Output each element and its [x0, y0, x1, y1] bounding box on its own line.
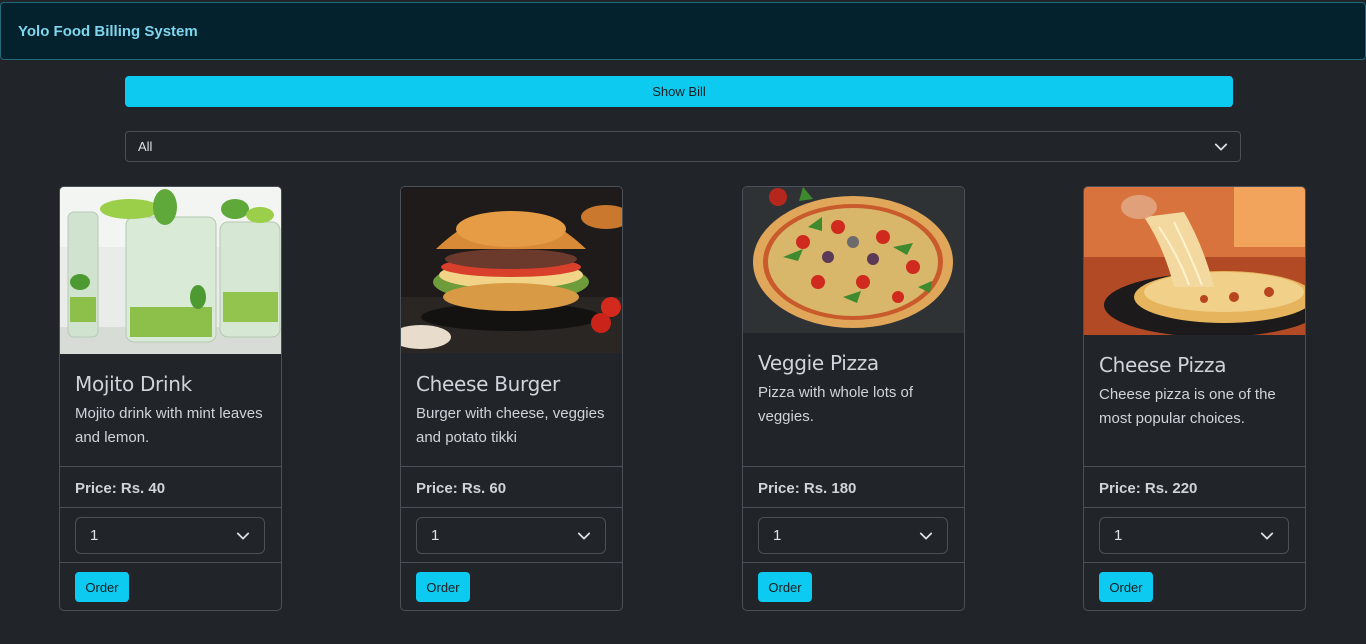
filter-selected-value: All: [138, 139, 153, 154]
product-description: Mojito drink with mint leaves and lemon.: [75, 405, 263, 446]
divider: [60, 562, 281, 563]
show-bill-button[interactable]: Show Bill: [125, 76, 1233, 107]
chevron-down-icon: [577, 532, 591, 539]
navbar: Yolo Food Billing System: [0, 2, 1366, 60]
divider: [60, 507, 281, 508]
order-button[interactable]: Order: [1099, 572, 1153, 602]
mojito-drink-image: [60, 187, 281, 354]
chevron-down-icon: [236, 532, 250, 539]
divider: [743, 507, 964, 508]
order-button[interactable]: Order: [416, 572, 470, 602]
order-button[interactable]: Order: [758, 572, 812, 602]
divider: [1084, 562, 1305, 563]
product-price: Price: Rs. 40: [75, 480, 166, 497]
product-description: Burger with cheese, veggies and potato t…: [416, 405, 605, 446]
quantity-select[interactable]: 1: [758, 517, 948, 554]
divider: [743, 466, 964, 467]
divider: [60, 466, 281, 467]
divider: [401, 562, 622, 563]
quantity-value: 1: [90, 527, 99, 544]
quantity-select[interactable]: 1: [416, 517, 606, 554]
quantity-value: 1: [1114, 527, 1123, 544]
divider: [743, 562, 964, 563]
chevron-down-icon: [1214, 143, 1228, 150]
product-card-mojito: Mojito Drink Mojito drink with mint leav…: [59, 186, 282, 611]
veggie-pizza-image: [743, 187, 964, 333]
chevron-down-icon: [1260, 532, 1274, 539]
cheese-burger-image: [401, 187, 622, 353]
product-price: Price: Rs. 60: [416, 480, 507, 497]
quantity-value: 1: [773, 527, 782, 544]
product-name: Veggie Pizza: [758, 351, 879, 375]
quantity-value: 1: [431, 527, 440, 544]
product-card-cheese-burger: Cheese Burger Burger with cheese, veggie…: [400, 186, 623, 611]
category-filter-select[interactable]: All: [125, 131, 1241, 162]
divider: [1084, 466, 1305, 467]
divider: [1084, 507, 1305, 508]
brand-title[interactable]: Yolo Food Billing System: [18, 23, 198, 40]
product-price: Price: Rs. 180: [758, 480, 857, 497]
product-card-cheese-pizza: Cheese Pizza Cheese pizza is one of the …: [1083, 186, 1306, 611]
order-button[interactable]: Order: [75, 572, 129, 602]
divider: [401, 507, 622, 508]
product-name: Cheese Pizza: [1099, 353, 1227, 377]
product-name: Cheese Burger: [416, 372, 560, 396]
cheese-pizza-image: [1084, 187, 1305, 335]
product-card-veggie-pizza: Veggie Pizza Pizza with whole lots of ve…: [742, 186, 965, 611]
product-description: Pizza with whole lots of veggies.: [758, 384, 914, 425]
quantity-select[interactable]: 1: [75, 517, 265, 554]
product-name: Mojito Drink: [75, 372, 192, 396]
product-description: Cheese pizza is one of the most popular …: [1099, 386, 1276, 427]
divider: [401, 466, 622, 467]
product-price: Price: Rs. 220: [1099, 480, 1198, 497]
quantity-select[interactable]: 1: [1099, 517, 1289, 554]
chevron-down-icon: [919, 532, 933, 539]
